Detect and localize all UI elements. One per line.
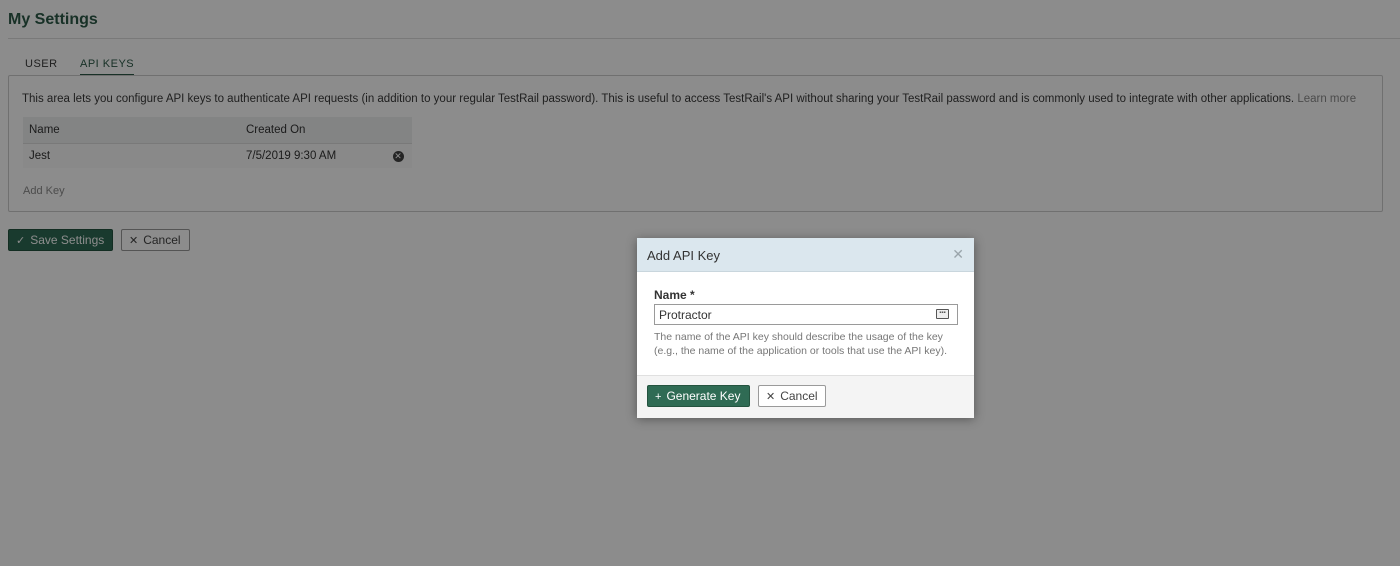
close-icon[interactable]: ✕ [952, 246, 964, 263]
keyboard-icon[interactable]: ▪▪▪ [936, 309, 949, 319]
x-icon: ✕ [766, 391, 776, 403]
dialog-title: Add API Key [647, 248, 720, 263]
help-text-line-2: (e.g., the name of the application or to… [654, 345, 948, 357]
dialog-cancel-label: Cancel [780, 389, 818, 403]
dialog-cancel-button[interactable]: ✕ Cancel [758, 385, 826, 407]
dialog-header: Add API Key ✕ [637, 238, 974, 272]
generate-key-button[interactable]: + Generate Key [647, 385, 750, 407]
help-text-line-1: The name of the API key should describe … [654, 331, 943, 343]
name-help-text: The name of the API key should describe … [654, 330, 964, 358]
name-field-label: Name * [654, 288, 695, 302]
plus-icon: + [655, 391, 662, 403]
dialog-footer: + Generate Key ✕ Cancel [637, 375, 974, 418]
api-key-name-input[interactable] [654, 304, 958, 325]
generate-key-label: Generate Key [666, 389, 741, 403]
add-api-key-dialog: Add API Key ✕ Name * ▪▪▪ The name of the… [637, 238, 974, 418]
